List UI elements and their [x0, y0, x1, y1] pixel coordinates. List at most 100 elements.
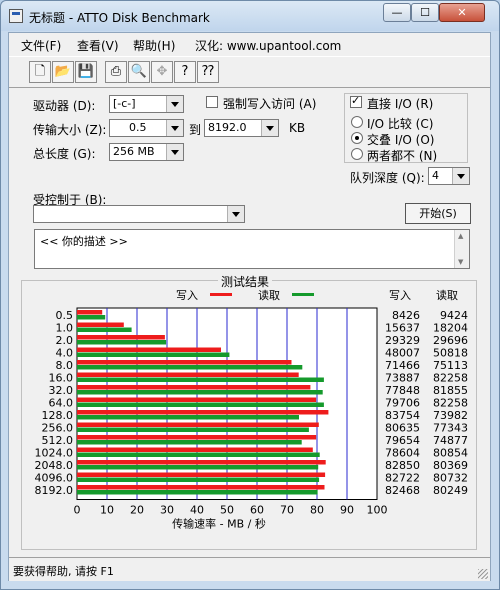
drive-value: [-c-]: [113, 97, 136, 110]
table-header-read: 读取: [436, 288, 458, 302]
io-compare-radio[interactable]: [351, 116, 363, 128]
write-bar: [77, 447, 313, 452]
write-bar: [77, 460, 326, 465]
write-bar: [77, 422, 319, 427]
table-header-write: 写入: [389, 289, 411, 302]
controlled-by-select[interactable]: [33, 205, 245, 223]
transfer-from-value: 0.5: [129, 121, 147, 134]
resize-grip-icon[interactable]: [478, 569, 488, 579]
write-bar: [77, 410, 329, 415]
read-value: 82258: [433, 397, 468, 410]
write-value: 79706: [385, 397, 420, 410]
start-button[interactable]: 开始(S): [405, 203, 471, 224]
read-bar: [77, 327, 132, 332]
read-value: 29696: [433, 334, 468, 347]
maximize-button[interactable]: ☐: [411, 3, 439, 22]
x-tick-label: 0: [74, 504, 81, 517]
read-bar: [77, 377, 324, 382]
x-tick-label: 40: [190, 504, 204, 517]
menu-file[interactable]: 文件(F): [21, 37, 61, 54]
chevron-down-icon: [166, 144, 183, 160]
write-value: 71466: [385, 359, 420, 372]
chevron-down-icon: [166, 120, 183, 136]
minimize-button[interactable]: —: [383, 3, 411, 22]
y-tick-label: 2048.0: [35, 459, 74, 472]
force-write-checkbox[interactable]: [206, 96, 218, 108]
x-tick-label: 80: [310, 504, 324, 517]
write-bar: [77, 335, 165, 340]
menu-help[interactable]: 帮助(H): [133, 37, 175, 54]
read-bar: [77, 427, 309, 432]
to-label: 到: [189, 123, 202, 137]
read-value: 77343: [433, 422, 468, 435]
write-bar: [77, 372, 299, 377]
x-tick-label: 60: [250, 504, 264, 517]
read-value: 50818: [433, 347, 468, 360]
read-value: 74877: [433, 434, 468, 447]
neither-radio[interactable]: [351, 148, 363, 160]
transfer-to-select[interactable]: 8192.0: [204, 119, 279, 137]
kb-label: KB: [289, 121, 306, 135]
scroll-down-icon[interactable]: ▼: [458, 258, 463, 266]
read-value: 75113: [433, 359, 468, 372]
description-scrollbar[interactable]: ▲ ▼: [454, 230, 469, 268]
write-bar: [77, 435, 317, 440]
chevron-down-icon: [227, 206, 244, 222]
scroll-up-icon[interactable]: ▲: [458, 232, 463, 240]
read-bar: [77, 365, 303, 370]
help-icon[interactable]: ?: [174, 61, 196, 83]
read-value: 82258: [433, 372, 468, 385]
status-text: 要获得帮助, 请按 F1: [13, 565, 114, 578]
drive-select[interactable]: [-c-]: [109, 95, 184, 113]
y-tick-label: 4096.0: [35, 472, 74, 485]
legend-read-swatch: [292, 293, 314, 296]
read-value: 73982: [433, 409, 468, 422]
print-icon[interactable]: ⎙: [105, 61, 127, 83]
menu-view[interactable]: 查看(V): [77, 37, 119, 54]
read-value: 80249: [433, 484, 468, 497]
read-bar: [77, 390, 323, 395]
overlap-io-label: 交叠 I/O (O): [367, 133, 435, 147]
menu-bar: 文件(F) 查看(V) 帮助(H) 汉化: www.upantool.com: [9, 33, 490, 55]
queue-depth-select[interactable]: 4: [428, 167, 470, 185]
chevron-down-icon: [452, 168, 469, 184]
total-length-select[interactable]: 256 MB: [109, 143, 184, 161]
read-bar: [77, 415, 299, 420]
y-tick-label: 1.0: [56, 322, 74, 335]
read-bar: [77, 465, 319, 470]
close-button[interactable]: ✕: [439, 3, 485, 22]
y-tick-label: 4.0: [56, 347, 74, 360]
save-icon[interactable]: 💾: [75, 61, 97, 83]
new-file-icon[interactable]: 🗋: [29, 61, 51, 83]
write-bar: [77, 310, 103, 315]
read-value: 9424: [440, 309, 468, 322]
toolbar: 🗋 📂 💾 ⎙ 🔍 ✥ ? ⁇: [9, 56, 490, 88]
transfer-from-select[interactable]: 0.5: [109, 119, 184, 137]
write-bar: [77, 360, 292, 365]
write-value: 80635: [385, 422, 420, 435]
write-value: 15637: [385, 322, 420, 335]
queue-depth-value: 4: [432, 169, 439, 182]
read-bar: [77, 477, 320, 482]
read-bar: [77, 315, 106, 320]
force-write-label: 强制写入访问 (A): [223, 97, 317, 111]
read-bar: [77, 340, 167, 345]
menu-credit[interactable]: 汉化: www.upantool.com: [195, 37, 341, 54]
total-length-label: 总长度 (G):: [33, 147, 96, 161]
title-bar[interactable]: 无标题 - ATTO Disk Benchmark — ☐ ✕: [1, 1, 499, 31]
x-tick-label: 70: [280, 504, 294, 517]
print-preview-icon[interactable]: 🔍: [128, 61, 150, 83]
overlap-io-radio[interactable]: [351, 132, 363, 144]
read-value: 80369: [433, 459, 468, 472]
x-axis-label: 传输速率 - MB / 秒: [172, 517, 266, 531]
description-box[interactable]: << 你的描述 >> ▲ ▼: [34, 229, 470, 269]
move-icon[interactable]: ✥: [151, 61, 173, 83]
x-tick-label: 20: [130, 504, 144, 517]
y-tick-label: 256.0: [42, 422, 74, 435]
context-help-icon[interactable]: ⁇: [197, 61, 219, 83]
write-value: 82850: [385, 459, 420, 472]
description-text: << 你的描述 >>: [40, 235, 128, 248]
y-tick-label: 2.0: [56, 334, 74, 347]
y-tick-label: 128.0: [42, 409, 74, 422]
open-folder-icon[interactable]: 📂: [52, 61, 74, 83]
